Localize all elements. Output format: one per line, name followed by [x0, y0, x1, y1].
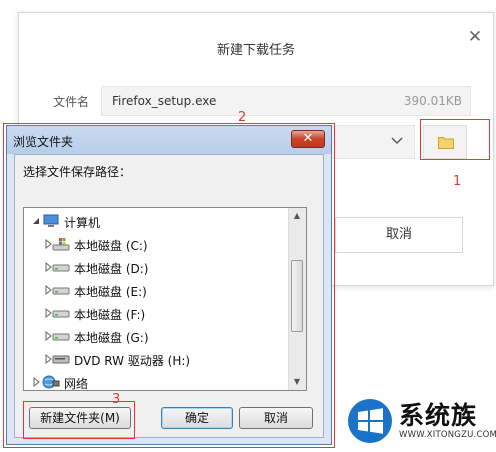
collapsed-arrow-icon	[33, 377, 40, 387]
collapsed-arrow-icon	[45, 285, 52, 295]
tree-item-label: 本地磁盘 (D:)	[74, 262, 149, 276]
ok-button[interactable]: 确定	[161, 407, 233, 429]
tree-item-drive-f[interactable]: 本地磁盘 (F:)	[24, 302, 292, 324]
chevron-down-icon	[391, 137, 403, 144]
browse-cancel-button[interactable]: 取消	[239, 407, 313, 429]
file-name-label: 文件名	[53, 95, 90, 109]
title-bar[interactable]: 浏览文件夹 ✕	[7, 126, 331, 154]
collapsed-arrow-icon	[45, 354, 52, 364]
file-name-field[interactable]: Firefox_setup.exe 390.01KB	[101, 86, 471, 116]
expanded-arrow-icon	[33, 218, 39, 224]
close-icon[interactable]: ✕	[467, 29, 483, 46]
tree-item-computer[interactable]: 计算机	[24, 210, 292, 232]
watermark-url: WWW.XITONGZU.COM	[399, 430, 496, 440]
collapsed-arrow-icon	[45, 331, 52, 341]
dvd-drive-icon	[52, 355, 70, 364]
cancel-button[interactable]: 取消	[335, 217, 463, 253]
watermark-brand: 系统族	[399, 401, 478, 430]
tree-item-label: 计算机	[64, 216, 101, 230]
tree-item-label: DVD RW 驱动器 (H:)	[74, 354, 191, 368]
tree-item-dvd-drive-h[interactable]: DVD RW 驱动器 (H:)	[24, 348, 292, 370]
drive-icon	[52, 264, 70, 272]
tree-item-label: 本地磁盘 (G:)	[74, 331, 149, 345]
file-size: 390.01KB	[403, 94, 462, 108]
computer-icon	[43, 214, 59, 227]
browse-folder-dialog: 浏览文件夹 ✕ 选择文件保存路径： 计算机 本地磁盘 (C:) 本地磁盘 (D:…	[6, 125, 332, 445]
watermark: 系统族 WWW.XITONGZU.COM	[347, 398, 496, 446]
windows-drive-icon	[52, 238, 70, 251]
scroll-up-icon[interactable]: ▲	[289, 208, 305, 224]
dialog-title: 新建下载任务	[216, 43, 295, 58]
scroll-thumb[interactable]	[291, 260, 303, 332]
windows-logo-icon	[348, 399, 392, 443]
tree-item-label: 本地磁盘 (F:)	[74, 308, 146, 322]
folder-tree[interactable]: 计算机 本地磁盘 (C:) 本地磁盘 (D:) 本地磁盘 (E:) 本地磁盘 (…	[23, 207, 307, 391]
annotation-box-1	[420, 119, 490, 160]
file-name-value: Firefox_setup.exe	[112, 94, 217, 108]
drive-icon	[52, 333, 70, 341]
vertical-scrollbar[interactable]: ▲ ▼	[288, 208, 306, 390]
annotation-number-2: 2	[238, 110, 247, 125]
tree-item-label: 网络	[64, 377, 89, 391]
network-icon	[42, 375, 60, 389]
dialog-body: 选择文件保存路径： 计算机 本地磁盘 (C:) 本地磁盘 (D:) 本地磁盘 (…	[14, 154, 324, 438]
tree-item-network[interactable]: 网络	[24, 371, 292, 391]
annotation-number-3: 3	[112, 392, 121, 407]
tree-item-label: 本地磁盘 (C:)	[74, 239, 148, 253]
tree-item-label: 本地磁盘 (E:)	[74, 285, 147, 299]
drive-icon	[52, 287, 70, 295]
collapsed-arrow-icon	[45, 262, 52, 272]
annotation-number-1: 1	[453, 174, 462, 189]
tree-item-drive-d[interactable]: 本地磁盘 (D:)	[24, 256, 292, 278]
tree-item-drive-g[interactable]: 本地磁盘 (G:)	[24, 325, 292, 347]
collapsed-arrow-icon	[45, 239, 52, 249]
window-close-button[interactable]: ✕	[291, 130, 325, 148]
browse-dialog-title: 浏览文件夹	[13, 135, 74, 149]
drive-icon	[52, 310, 70, 318]
scroll-down-icon[interactable]: ▼	[289, 374, 305, 390]
prompt-text: 选择文件保存路径：	[23, 165, 132, 179]
tree-item-drive-c[interactable]: 本地磁盘 (C:)	[24, 233, 292, 255]
collapsed-arrow-icon	[45, 308, 52, 318]
tree-item-drive-e[interactable]: 本地磁盘 (E:)	[24, 279, 292, 301]
